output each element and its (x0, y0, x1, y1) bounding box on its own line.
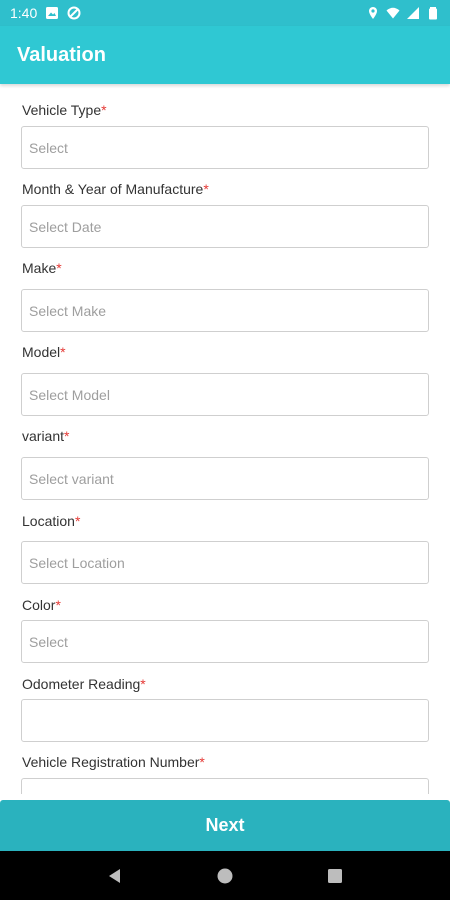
signal-icon (406, 6, 420, 20)
valuation-form: Vehicle Type* Select Month & Year of Man… (0, 84, 450, 794)
page-title: Valuation (17, 43, 106, 66)
required-marker: * (55, 597, 61, 613)
registration-number-label: Vehicle Registration Number* (22, 754, 205, 770)
screen: 1:40 Valuation Vehicle Type* Select Mont… (0, 0, 450, 900)
wifi-icon (386, 6, 400, 20)
required-marker: * (199, 754, 205, 770)
required-marker: * (56, 260, 62, 276)
odometer-input[interactable] (21, 699, 429, 742)
required-marker: * (101, 102, 107, 118)
variant-label: variant* (22, 428, 69, 444)
status-left: 1:40 (10, 5, 81, 21)
app-bar: Valuation (0, 26, 450, 84)
status-bar: 1:40 (0, 0, 450, 26)
required-marker: * (140, 676, 146, 692)
variant-label-text: variant (22, 428, 65, 444)
model-select[interactable]: Select Model (21, 373, 429, 416)
next-button-label: Next (205, 815, 245, 835)
location-label: Location* (22, 513, 80, 529)
manufacture-date-select[interactable]: Select Date (21, 205, 429, 248)
location-placeholder: Select Location (29, 554, 125, 571)
registration-number-label-text: Vehicle Registration Number (22, 754, 200, 770)
make-label: Make* (22, 260, 62, 276)
recents-icon[interactable] (325, 866, 345, 886)
color-select[interactable]: Select (21, 620, 429, 663)
vehicle-type-select[interactable]: Select (21, 126, 429, 169)
make-select[interactable]: Select Make (21, 289, 429, 332)
make-placeholder: Select Make (29, 302, 107, 319)
make-label-text: Make (22, 260, 57, 276)
location-label-text: Location (22, 513, 75, 529)
model-label-text: Model (22, 344, 61, 360)
color-placeholder: Select (29, 633, 68, 650)
required-marker: * (60, 344, 66, 360)
registration-number-input[interactable] (21, 778, 429, 794)
model-label: Model* (22, 344, 66, 360)
manufacture-date-label-text: Month & Year of Manufacture (22, 181, 204, 197)
model-placeholder: Select Model (29, 386, 110, 403)
odometer-label: Odometer Reading* (22, 676, 146, 692)
location-icon (366, 6, 380, 20)
home-icon[interactable] (215, 866, 235, 886)
location-select[interactable]: Select Location (21, 541, 429, 584)
required-marker: * (64, 428, 70, 444)
next-button[interactable]: Next (0, 800, 450, 851)
data-saver-icon (67, 6, 81, 20)
vehicle-type-label: Vehicle Type* (22, 102, 107, 118)
odometer-label-text: Odometer Reading (22, 676, 141, 692)
color-label-text: Color (22, 597, 56, 613)
manufacture-date-label: Month & Year of Manufacture* (22, 181, 209, 197)
image-notification-icon (45, 6, 59, 20)
required-marker: * (74, 513, 81, 529)
manufacture-date-placeholder: Select Date (29, 218, 102, 235)
vehicle-type-label-text: Vehicle Type (22, 102, 102, 118)
status-time: 1:40 (10, 5, 38, 21)
variant-select[interactable]: Select variant (21, 457, 429, 500)
battery-icon (426, 6, 440, 20)
color-label: Color* (22, 597, 61, 613)
vehicle-type-placeholder: Select (29, 139, 68, 156)
variant-placeholder: Select variant (29, 470, 114, 487)
system-nav-bar (0, 851, 450, 900)
required-marker: * (203, 181, 209, 197)
back-icon[interactable] (105, 866, 125, 886)
status-right (366, 6, 440, 20)
